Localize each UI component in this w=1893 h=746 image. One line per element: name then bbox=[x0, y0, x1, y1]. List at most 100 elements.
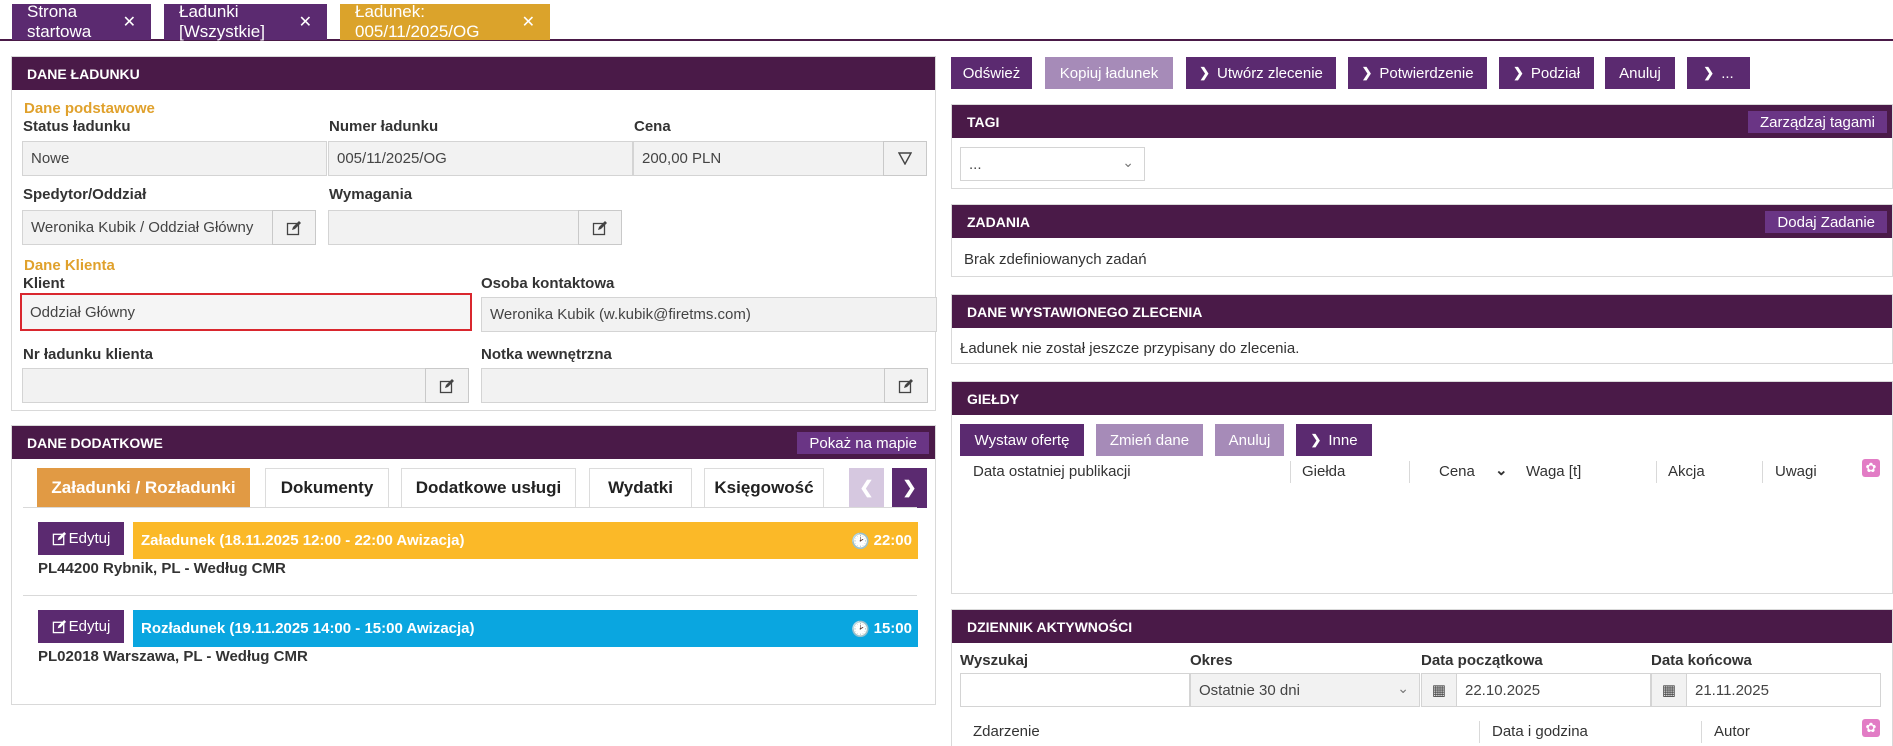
create-order-button[interactable]: ❯ Utwórz zlecenie bbox=[1186, 57, 1336, 89]
client-label: Klient bbox=[23, 275, 65, 292]
tab-label: Strona startowa bbox=[27, 2, 92, 41]
column-header[interactable]: Data i godzina bbox=[1492, 723, 1588, 740]
gear-icon[interactable]: ✿ bbox=[1862, 459, 1880, 477]
start-date-input[interactable]: 22.10.2025 bbox=[1456, 673, 1651, 707]
search-input[interactable] bbox=[960, 673, 1190, 707]
column-header[interactable]: Waga [t] bbox=[1526, 463, 1581, 480]
column-header[interactable]: Uwagi bbox=[1775, 463, 1817, 480]
chevron-down-icon: ⌄ bbox=[1397, 680, 1409, 696]
internal-note-field[interactable] bbox=[481, 368, 896, 403]
column-divider bbox=[1701, 721, 1702, 743]
manage-tags-button[interactable]: Zarządzaj tagami bbox=[1747, 111, 1887, 133]
column-header[interactable]: Giełda bbox=[1302, 463, 1345, 480]
stop-time: 🕑 15:00 bbox=[851, 610, 912, 647]
column-divider bbox=[1656, 461, 1657, 483]
period-select[interactable]: Ostatnie 30 dni ⌄ bbox=[1190, 673, 1420, 707]
calendar-icon[interactable]: ▦ bbox=[1651, 673, 1687, 707]
client-load-no-edit-button[interactable] bbox=[425, 368, 469, 403]
tab-label: Ładunki [Wszystkie] bbox=[179, 2, 265, 41]
edit-label: Edytuj bbox=[68, 618, 111, 635]
close-icon[interactable]: ✕ bbox=[299, 12, 312, 32]
chevron-right-icon: ❯ bbox=[902, 478, 917, 497]
stop-time-value: 22:00 bbox=[873, 532, 912, 549]
close-icon[interactable]: ✕ bbox=[522, 12, 535, 32]
order-data-panel: DANE WYSTAWIONEGO ZLECENIA Ładunek nie z… bbox=[951, 294, 1893, 364]
change-data-button[interactable]: Zmień dane bbox=[1096, 424, 1203, 456]
copy-load-button[interactable]: Kopiuj ładunek bbox=[1045, 57, 1173, 89]
other-button[interactable]: ❯ Inne bbox=[1296, 424, 1372, 456]
calendar-icon[interactable]: ▦ bbox=[1421, 673, 1457, 707]
status-field[interactable]: Nowe bbox=[22, 141, 327, 176]
status-label: Status ładunku bbox=[23, 118, 131, 135]
contact-field[interactable]: Weronika Kubik (w.kubik@firetms.com) bbox=[481, 297, 937, 332]
panel-title: DZIENNIK AKTYWNOŚCI bbox=[952, 610, 1892, 643]
panel-title: DANE DODATKOWE Pokaż na mapie bbox=[12, 426, 935, 459]
panel-title-text: DANE DODATKOWE bbox=[27, 434, 163, 451]
client-load-no-label: Nr ładunku klienta bbox=[23, 346, 154, 363]
tab-load-detail[interactable]: Ładunek: 005/11/2025/OG ✕ bbox=[340, 2, 550, 41]
subtab-loading-unloading[interactable]: Załadunki / Rozładunki bbox=[37, 468, 250, 508]
chevron-down-icon: ❯ bbox=[1512, 65, 1524, 80]
section-basic-title: Dane podstawowe bbox=[24, 100, 155, 117]
tags-panel: TAGI Zarządzaj tagami ... ⌄ bbox=[951, 104, 1893, 189]
requirements-edit-button[interactable] bbox=[578, 210, 622, 245]
more-actions-button[interactable]: ❯... bbox=[1687, 57, 1750, 89]
edit-stop-button[interactable]: Edytuj bbox=[38, 610, 124, 643]
internal-note-edit-button[interactable] bbox=[884, 368, 928, 403]
tab-loads-all[interactable]: Ładunki [Wszystkie] ✕ bbox=[164, 2, 327, 41]
start-date-label: Data początkowa bbox=[1421, 652, 1543, 669]
forwarder-label: Spedytor/Oddział bbox=[23, 186, 147, 203]
subtab-scroll-right-button[interactable]: ❯ bbox=[892, 468, 927, 508]
column-header[interactable]: Akcja bbox=[1668, 463, 1705, 480]
subtab-expenses[interactable]: Wydatki bbox=[589, 468, 692, 508]
gear-icon[interactable]: ✿ bbox=[1862, 719, 1880, 737]
refresh-button[interactable]: Odśwież bbox=[951, 57, 1032, 89]
column-divider bbox=[1409, 461, 1410, 483]
column-divider bbox=[1479, 721, 1480, 743]
price-field[interactable]: 200,00 PLN bbox=[633, 141, 884, 176]
tags-select[interactable]: ... ⌄ bbox=[960, 147, 1145, 181]
show-on-map-button[interactable]: Pokaż na mapie bbox=[797, 432, 929, 454]
price-label: Cena bbox=[634, 118, 671, 135]
column-header[interactable]: Data ostatniej publikacji bbox=[973, 463, 1131, 480]
edit-icon bbox=[52, 531, 66, 546]
tab-home[interactable]: Strona startowa ✕ bbox=[12, 2, 151, 41]
column-header[interactable]: Autor bbox=[1714, 723, 1750, 740]
end-date-input[interactable]: 21.11.2025 bbox=[1686, 673, 1881, 707]
client-field[interactable]: Oddział Główny bbox=[20, 293, 472, 331]
cancel-button[interactable]: Anuluj bbox=[1605, 57, 1675, 89]
contact-label: Osoba kontaktowa bbox=[481, 275, 615, 292]
search-label: Wyszukaj bbox=[960, 652, 1029, 669]
stop-time: 🕑 22:00 bbox=[851, 522, 912, 559]
publish-offer-button[interactable]: Wystaw ofertę bbox=[960, 424, 1084, 456]
subtab-documents[interactable]: Dokumenty bbox=[265, 468, 389, 508]
subtab-accounting[interactable]: Księgowość bbox=[704, 468, 824, 508]
confirmation-button[interactable]: ❯ Potwierdzenie bbox=[1348, 57, 1487, 89]
panel-title: ZADANIA Dodaj Zadanie bbox=[952, 205, 1892, 238]
close-icon[interactable]: ✕ bbox=[123, 12, 136, 32]
add-task-button[interactable]: Dodaj Zadanie bbox=[1765, 211, 1887, 233]
exchange-cancel-button[interactable]: Anuluj bbox=[1215, 424, 1284, 456]
forwarder-field[interactable]: Weronika Kubik / Oddział Główny bbox=[22, 210, 284, 245]
stop-time-value: 15:00 bbox=[873, 620, 912, 637]
panel-title: TAGI Zarządzaj tagami bbox=[952, 105, 1892, 138]
tasks-empty-text: Brak zdefiniowanych zadań bbox=[964, 251, 1147, 268]
column-header[interactable]: Cena bbox=[1439, 463, 1475, 480]
price-filter-button[interactable] bbox=[883, 141, 927, 176]
split-button[interactable]: ❯ Podział bbox=[1499, 57, 1594, 89]
subtab-scroll-left-button[interactable]: ❮ bbox=[849, 468, 884, 508]
panel-title-text: TAGI bbox=[967, 113, 1000, 130]
sort-chevron-icon[interactable]: ⌄ bbox=[1495, 461, 1508, 479]
number-field[interactable]: 005/11/2025/OG bbox=[328, 141, 633, 176]
client-load-no-field[interactable] bbox=[22, 368, 437, 403]
load-data-panel: DANE ŁADUNKU Dane podstawowe Status ładu… bbox=[11, 56, 937, 411]
panel-title: DANE ŁADUNKU bbox=[12, 57, 935, 90]
subtab-additional-services[interactable]: Dodatkowe usługi bbox=[401, 468, 576, 508]
requirements-field[interactable] bbox=[328, 210, 590, 245]
edit-stop-button[interactable]: Edytuj bbox=[38, 522, 124, 555]
chevron-left-icon: ❮ bbox=[859, 478, 874, 497]
other-label: Inne bbox=[1328, 431, 1358, 449]
forwarder-edit-button[interactable] bbox=[272, 210, 316, 245]
column-header[interactable]: Zdarzenie bbox=[973, 723, 1040, 740]
internal-note-label: Notka wewnętrzna bbox=[481, 346, 612, 363]
